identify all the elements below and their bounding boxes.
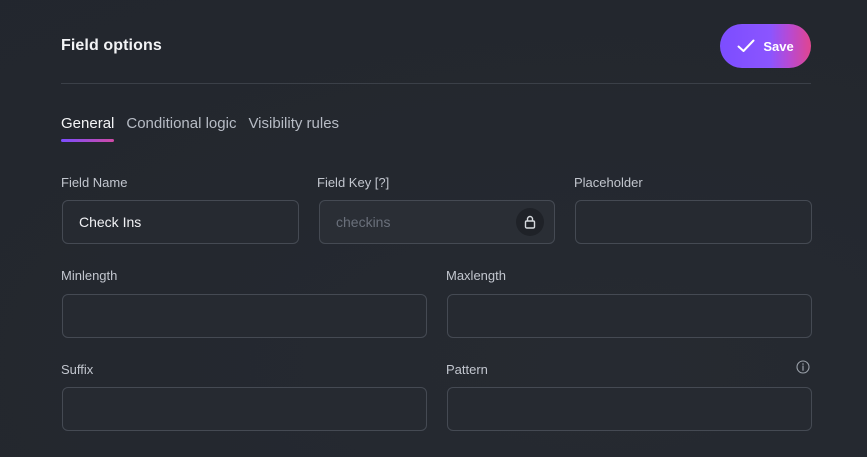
field-key-label: Field Key [?] <box>317 175 390 190</box>
field-key-input <box>334 213 540 231</box>
info-icon[interactable] <box>796 360 810 374</box>
tab-label: Conditional logic <box>126 115 237 132</box>
save-button-label: Save <box>763 38 794 54</box>
tab-general[interactable]: General <box>61 115 115 142</box>
tab-conditional-logic[interactable]: Conditional logic <box>126 115 236 142</box>
field-key-lock-button[interactable] <box>516 208 544 236</box>
placeholder-label: Placeholder <box>574 175 643 190</box>
lock-icon <box>524 215 536 229</box>
field-key-input-box <box>319 200 555 244</box>
minlength-label: Minlength <box>61 268 118 283</box>
placeholder-input[interactable] <box>590 213 797 231</box>
field-name-label: Field Name <box>61 175 128 190</box>
pattern-label: Pattern <box>446 362 488 377</box>
pattern-input-box <box>447 387 812 431</box>
page-title: Field options <box>61 37 162 54</box>
header-divider <box>61 83 811 84</box>
tab-visibility-rules[interactable]: Visibility rules <box>248 115 339 142</box>
field-name-input[interactable] <box>77 213 284 231</box>
pattern-input[interactable] <box>462 400 797 418</box>
placeholder-input-box <box>575 200 812 244</box>
maxlength-input[interactable] <box>462 307 797 325</box>
suffix-input[interactable] <box>77 400 412 418</box>
suffix-label: Suffix <box>61 362 94 377</box>
tab-label: General <box>61 115 115 132</box>
active-tab-indicator <box>61 139 115 142</box>
maxlength-input-box <box>447 294 812 338</box>
minlength-input[interactable] <box>77 307 412 325</box>
field-options-panel: Field options Save General Conditional l… <box>0 0 867 457</box>
suffix-input-box <box>62 387 427 431</box>
maxlength-label: Maxlength <box>446 268 506 283</box>
minlength-input-box <box>62 294 427 338</box>
save-button[interactable]: Save <box>720 24 811 68</box>
tab-label: Visibility rules <box>248 115 340 132</box>
check-icon <box>737 39 755 52</box>
tab-bar: General Conditional logic Visibility rul… <box>61 115 351 142</box>
field-name-input-box <box>62 200 299 244</box>
